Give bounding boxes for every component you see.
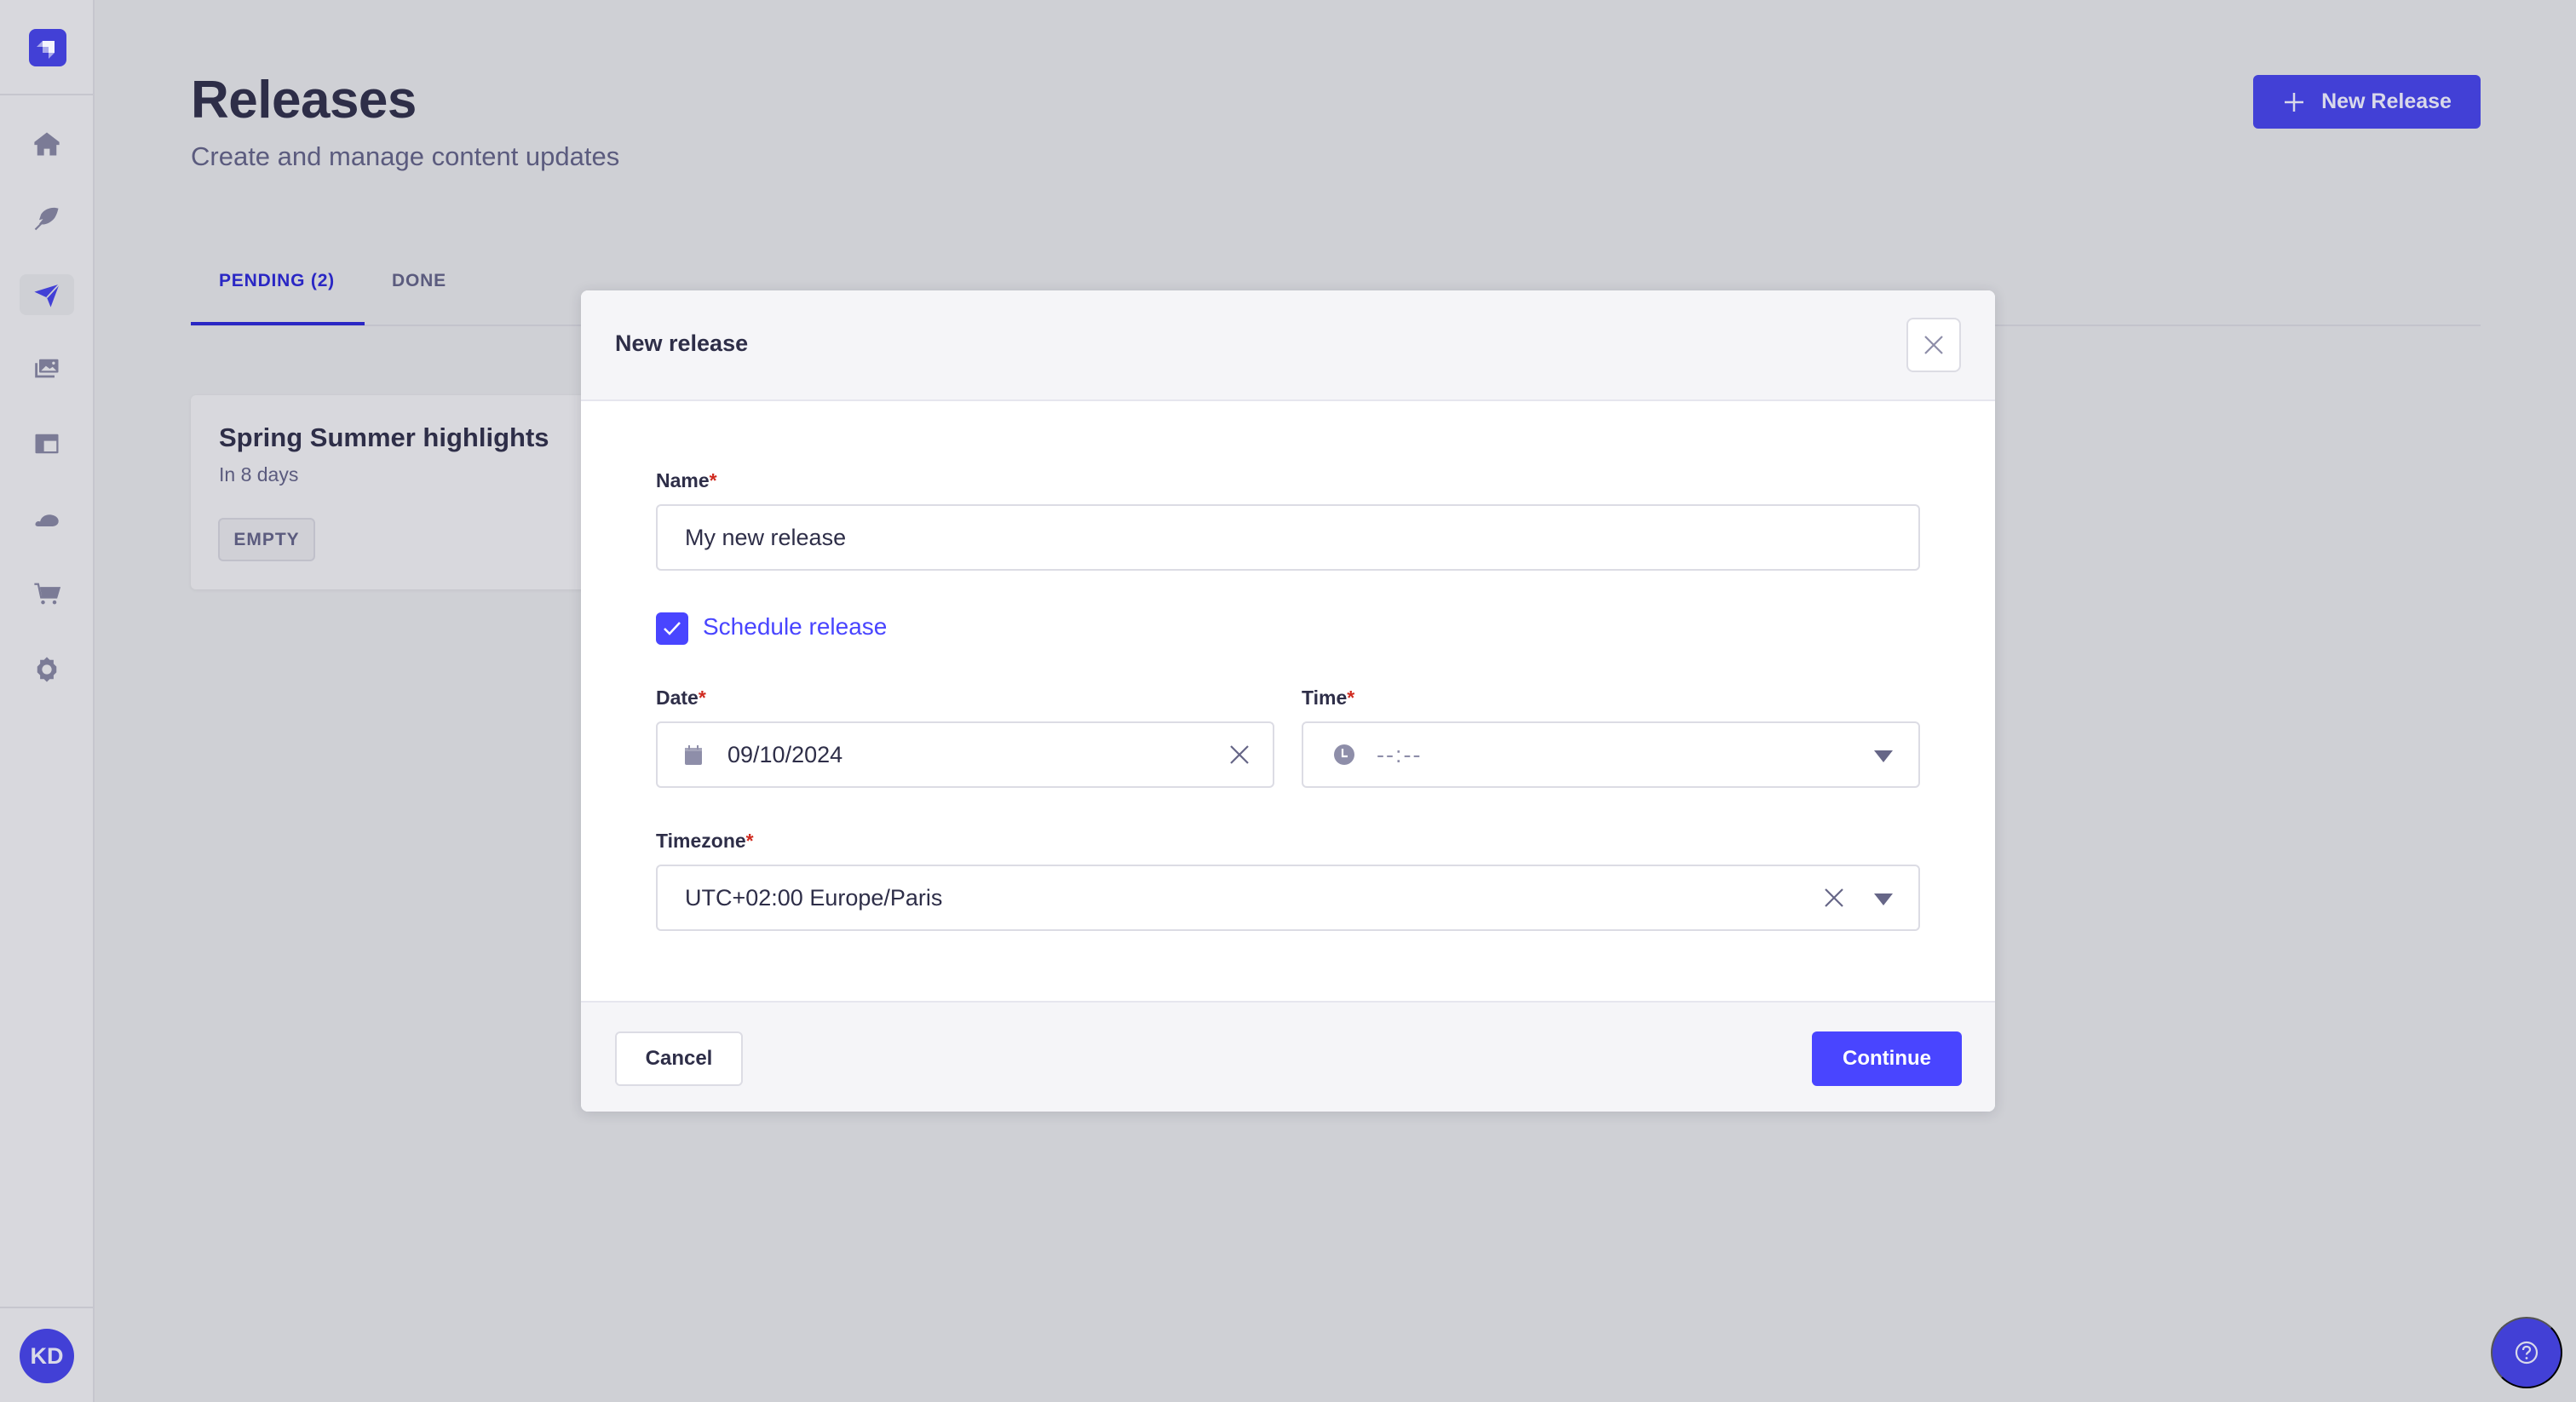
date-label: Date* — [656, 687, 706, 710]
dialog-footer: Cancel Continue — [581, 1001, 1995, 1112]
gear-icon — [37, 657, 57, 682]
images-icon — [35, 359, 59, 378]
time-picker[interactable]: --:-- — [1302, 721, 1920, 788]
timezone-label: Timezone* — [656, 830, 754, 853]
time-placeholder: --:-- — [1377, 741, 1423, 767]
sidebar-item-media-library[interactable] — [20, 348, 74, 389]
required-marker: * — [709, 469, 717, 491]
checkmark-icon — [664, 622, 681, 635]
clear-timezone-icon[interactable] — [1823, 887, 1845, 909]
required-marker: * — [1347, 687, 1355, 709]
question-icon — [2515, 1341, 2539, 1365]
schedule-release-checkbox[interactable] — [656, 612, 688, 645]
date-value: 09/10/2024 — [727, 741, 843, 767]
schedule-release-label[interactable]: Schedule release — [703, 613, 887, 641]
main-nav: KD — [0, 0, 95, 1402]
plus-icon — [2285, 92, 2304, 112]
cart-icon — [34, 583, 61, 605]
active-tab-indicator — [191, 322, 365, 325]
strapi-logo-icon[interactable] — [29, 29, 66, 66]
cancel-button[interactable]: Cancel — [615, 1031, 743, 1086]
clock-icon — [1334, 744, 1354, 765]
timezone-select[interactable]: UTC+02:00 Europe/Paris — [656, 865, 1920, 931]
calendar-icon — [685, 745, 702, 765]
new-release-dialog: New release Name* My new release Schedul… — [581, 290, 1995, 1112]
time-label: Time* — [1302, 687, 1354, 710]
continue-button[interactable]: Continue — [1812, 1031, 1962, 1086]
name-input[interactable]: My new release — [656, 504, 1920, 571]
sidebar-item-settings[interactable] — [20, 649, 74, 690]
close-button[interactable] — [1906, 318, 1961, 372]
status-badge: EMPTY — [218, 518, 315, 561]
page-title: Releases — [191, 71, 417, 129]
timezone-value: UTC+02:00 Europe/Paris — [685, 884, 943, 911]
timezone-label-text: Timezone — [656, 830, 746, 852]
name-label: Name* — [656, 469, 717, 492]
new-release-button[interactable]: New Release — [2253, 75, 2481, 129]
name-value: My new release — [685, 524, 847, 550]
paper-plane-icon — [34, 284, 60, 307]
feather-icon — [34, 207, 59, 231]
chevron-down-icon[interactable] — [1874, 893, 1893, 905]
logo-area — [0, 0, 93, 95]
user-avatar[interactable]: KD — [20, 1329, 74, 1383]
new-release-label: New Release — [2321, 89, 2452, 113]
release-title: Spring Summer highlights — [219, 422, 549, 452]
date-label-text: Date — [656, 687, 699, 709]
home-icon — [34, 132, 60, 156]
required-marker: * — [745, 830, 754, 852]
sidebar-item-marketplace[interactable] — [20, 573, 74, 614]
time-label-text: Time — [1302, 687, 1348, 709]
sidebar-item-cloud[interactable] — [20, 498, 74, 539]
layout-icon — [35, 434, 59, 454]
close-icon — [1924, 336, 1943, 354]
chevron-down-icon[interactable] — [1874, 750, 1893, 762]
help-button[interactable] — [2491, 1317, 2562, 1388]
required-marker: * — [698, 687, 706, 709]
tab-pending[interactable]: PENDING (2) — [219, 271, 335, 291]
sidebar-item-content-manager[interactable] — [20, 198, 74, 238]
date-picker[interactable]: 09/10/2024 — [656, 721, 1274, 788]
sidebar-item-releases[interactable] — [20, 274, 74, 315]
release-schedule: In 8 days — [219, 463, 299, 486]
dialog-header: New release — [581, 290, 1995, 401]
sidebar-item-content-type-builder[interactable] — [20, 423, 74, 464]
cloud-icon — [35, 514, 59, 526]
name-label-text: Name — [656, 469, 710, 491]
tab-done[interactable]: DONE — [392, 271, 446, 291]
page-subtitle: Create and manage content updates — [191, 141, 620, 171]
dialog-title: New release — [615, 330, 749, 356]
sidebar-footer: KD — [0, 1307, 93, 1402]
clear-date-icon[interactable] — [1228, 744, 1251, 766]
sidebar-item-home[interactable] — [20, 124, 74, 164]
